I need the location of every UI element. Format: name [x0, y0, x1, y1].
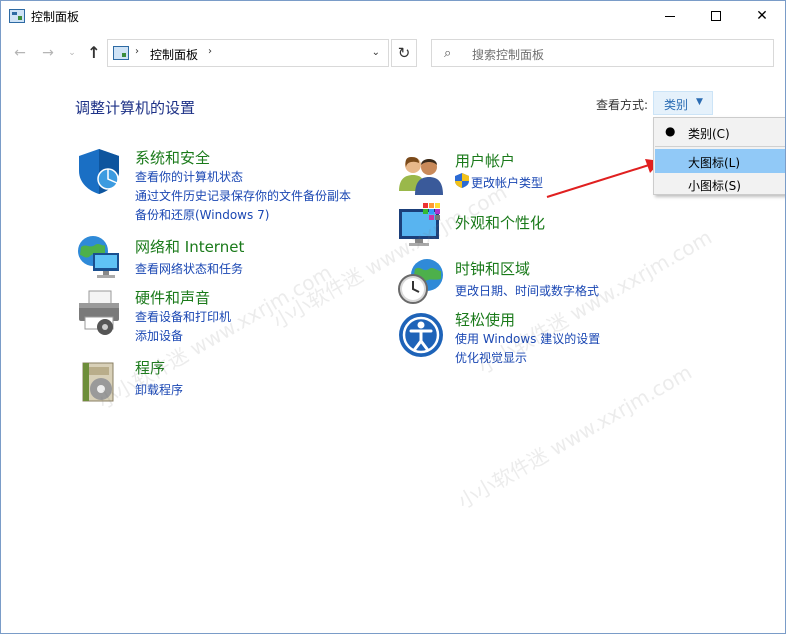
- watermark: 小小软件迷 www.xxrjm.com: [93, 259, 336, 414]
- link-uninstall-program[interactable]: 卸载程序: [135, 381, 183, 398]
- watermark: 小小软件迷 www.xxrjm.com: [453, 359, 696, 514]
- control-panel-icon: [113, 46, 129, 60]
- category-title-ease-of-access[interactable]: 轻松使用: [455, 309, 515, 330]
- refresh-button[interactable]: ↻: [391, 39, 417, 67]
- category-title-user-accounts[interactable]: 用户帐户: [455, 150, 515, 171]
- printer-icon[interactable]: [75, 289, 123, 337]
- link-windows-recommended-settings[interactable]: 使用 Windows 建议的设置: [455, 330, 600, 347]
- network-globe-icon[interactable]: [75, 233, 123, 281]
- search-input[interactable]: ⌕ 搜索控制面板: [431, 39, 774, 67]
- minimize-icon: [665, 15, 675, 17]
- menu-item-large-icons[interactable]: 大图标(L): [655, 149, 785, 173]
- uac-shield-icon: [455, 173, 469, 188]
- caret-down-icon[interactable]: ▼: [696, 97, 703, 107]
- breadcrumb-control-panel[interactable]: 控制面板: [150, 46, 198, 63]
- control-panel-icon: [9, 9, 25, 23]
- recent-locations-button[interactable]: ⌄: [63, 44, 81, 62]
- back-button[interactable]: ←: [11, 44, 29, 62]
- window-title: 控制面板: [31, 10, 80, 24]
- control-panel-window: 控制面板 ✕ ← → ⌄ ↑ › 控制面板 › ⌄ ↻ ⌕ 搜索控制面板 调整计…: [0, 0, 786, 634]
- page-title: 调整计算机的设置: [75, 99, 196, 117]
- shield-icon[interactable]: [75, 147, 123, 195]
- title-bar: 控制面板 ✕: [1, 1, 785, 31]
- forward-button[interactable]: →: [39, 44, 57, 62]
- view-by-value[interactable]: 类别: [664, 96, 688, 113]
- maximize-icon: [711, 11, 721, 21]
- up-button[interactable]: ↑: [85, 44, 103, 62]
- address-bar[interactable]: › 控制面板 › ⌄: [107, 39, 389, 67]
- menu-item-small-icons[interactable]: 小图标(S): [655, 172, 785, 196]
- menu-item-category[interactable]: ● 类别(C): [655, 120, 785, 144]
- menu-item-label: 大图标(L): [688, 156, 741, 170]
- search-icon: ⌕: [444, 46, 452, 61]
- link-change-account-type[interactable]: 更改帐户类型: [471, 174, 543, 191]
- search-placeholder: 搜索控制面板: [472, 48, 545, 62]
- link-optimize-visual-display[interactable]: 优化视觉显示: [455, 349, 527, 366]
- red-arrow-annotation: [546, 159, 661, 198]
- link-change-date-time[interactable]: 更改日期、时间或数字格式: [455, 282, 599, 299]
- breadcrumb-separator[interactable]: ›: [135, 46, 139, 57]
- link-backup-restore[interactable]: 备份和还原(Windows 7): [135, 206, 269, 223]
- menu-item-label: 类别(C): [688, 127, 730, 141]
- category-title-network-internet[interactable]: 网络和 Internet: [135, 236, 244, 257]
- link-devices-printers[interactable]: 查看设备和打印机: [135, 308, 231, 325]
- breadcrumb-separator[interactable]: ›: [208, 46, 212, 57]
- view-by-dropdown[interactable]: 类别 ▼: [653, 91, 713, 115]
- minimize-button[interactable]: [647, 1, 693, 31]
- programs-icon[interactable]: [75, 357, 123, 405]
- users-icon[interactable]: [397, 149, 445, 197]
- category-title-programs[interactable]: 程序: [135, 357, 165, 378]
- category-title-clock-region[interactable]: 时钟和区域: [455, 258, 530, 279]
- menu-divider: [655, 146, 785, 147]
- maximize-button[interactable]: [693, 1, 739, 31]
- link-network-status[interactable]: 查看网络状态和任务: [135, 260, 243, 277]
- view-by-menu: ● 类别(C) 大图标(L) 小图标(S): [653, 117, 785, 196]
- link-file-history-backup[interactable]: 通过文件历史记录保存你的文件备份副本: [135, 187, 351, 204]
- menu-item-label: 小图标(S): [688, 179, 741, 193]
- navigation-bar: ← → ⌄ ↑ › 控制面板 › ⌄ ↻ ⌕ 搜索控制面板: [1, 31, 785, 75]
- link-view-computer-status[interactable]: 查看你的计算机状态: [135, 168, 243, 185]
- monitor-palette-icon[interactable]: [397, 201, 445, 249]
- selected-bullet-icon: ●: [665, 124, 676, 138]
- category-title-appearance[interactable]: 外观和个性化: [455, 212, 545, 233]
- ease-of-access-icon[interactable]: [397, 311, 445, 359]
- chevron-down-icon[interactable]: ⌄: [372, 47, 380, 58]
- category-title-system-security[interactable]: 系统和安全: [135, 147, 210, 168]
- link-add-device[interactable]: 添加设备: [135, 327, 183, 344]
- category-title-hardware-sound[interactable]: 硬件和声音: [135, 287, 210, 308]
- close-icon: ✕: [756, 8, 768, 24]
- close-button[interactable]: ✕: [739, 1, 785, 31]
- clock-globe-icon[interactable]: [397, 257, 445, 305]
- view-by-label: 查看方式:: [596, 98, 649, 112]
